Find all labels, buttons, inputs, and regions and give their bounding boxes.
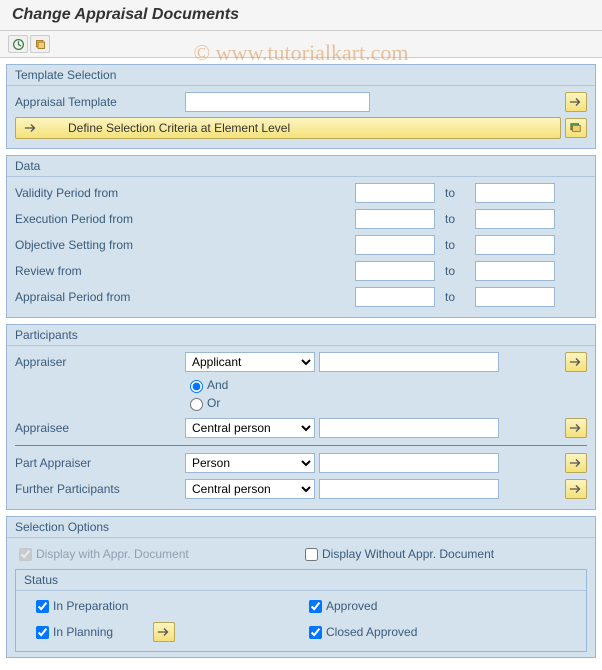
display-without-checkbox[interactable] (305, 548, 318, 561)
approved-label: Approved (326, 599, 377, 613)
appraiser-input[interactable] (319, 352, 499, 372)
execution-from-input[interactable] (355, 209, 435, 229)
display-without-label: Display Without Appr. Document (322, 547, 494, 561)
content-area: Template Selection Appraisal Template De… (0, 58, 602, 670)
template-selection-panel: Template Selection Appraisal Template De… (6, 64, 596, 149)
appraisal-template-more-button[interactable] (565, 92, 587, 112)
folder-icon (34, 38, 47, 51)
in-planning-checkbox[interactable] (36, 626, 49, 639)
to-label: to (445, 238, 465, 252)
define-criteria-side-button[interactable] (565, 118, 587, 138)
appraisee-more-button[interactable] (565, 418, 587, 438)
to-label: to (445, 290, 465, 304)
status-box: Status In Preparation In Planning (15, 569, 587, 652)
clock-icon (12, 38, 25, 51)
arrow-right-icon (569, 457, 583, 469)
appraisee-input[interactable] (319, 418, 499, 438)
approved-checkbox[interactable] (309, 600, 322, 613)
and-radio-row[interactable]: And (185, 377, 228, 393)
closed-approved-check[interactable]: Closed Approved (305, 621, 578, 643)
appraisee-select[interactable]: Central person (185, 418, 315, 438)
further-more-button[interactable] (565, 479, 587, 499)
in-preparation-checkbox[interactable] (36, 600, 49, 613)
define-criteria-button[interactable]: Define Selection Criteria at Element Lev… (15, 117, 561, 139)
appraiser-more-button[interactable] (565, 352, 587, 372)
arrow-right-icon (569, 422, 583, 434)
validity-to-input[interactable] (475, 183, 555, 203)
display-with-check: Display with Appr. Document (15, 545, 301, 564)
validity-from-label: Validity Period from (15, 186, 185, 200)
part-appraiser-input[interactable] (319, 453, 499, 473)
and-label: And (207, 378, 228, 392)
review-from-input[interactable] (355, 261, 435, 281)
participants-panel: Participants Appraiser Applicant And (6, 324, 596, 510)
objective-from-input[interactable] (355, 235, 435, 255)
participants-heading: Participants (7, 325, 595, 346)
display-with-label: Display with Appr. Document (36, 547, 189, 561)
further-input[interactable] (319, 479, 499, 499)
closed-approved-checkbox[interactable] (309, 626, 322, 639)
variant-button[interactable] (30, 35, 50, 53)
toolbar (0, 31, 602, 58)
objective-to-input[interactable] (475, 235, 555, 255)
selection-options-panel: Selection Options Display with Appr. Doc… (6, 516, 596, 658)
define-criteria-label: Define Selection Criteria at Element Lev… (68, 121, 290, 135)
review-from-label: Review from (15, 264, 185, 278)
closed-approved-label: Closed Approved (326, 625, 417, 639)
execute-button[interactable] (8, 35, 28, 53)
validity-from-input[interactable] (355, 183, 435, 203)
in-preparation-check[interactable]: In Preparation (32, 595, 305, 617)
execution-from-label: Execution Period from (15, 212, 185, 226)
execution-to-input[interactable] (475, 209, 555, 229)
to-label: to (445, 186, 465, 200)
part-appraiser-more-button[interactable] (565, 453, 587, 473)
in-planning-label: In Planning (53, 625, 113, 639)
review-to-input[interactable] (475, 261, 555, 281)
stack-icon (569, 122, 583, 134)
status-heading: Status (16, 570, 586, 591)
data-panel: Data Validity Period from to Execution P… (6, 155, 596, 318)
arrow-right-icon (569, 356, 583, 368)
arrow-right-icon (569, 483, 583, 495)
to-label: to (445, 212, 465, 226)
arrow-right-icon (157, 626, 171, 638)
further-label: Further Participants (15, 482, 185, 496)
appraisee-label: Appraisee (15, 421, 185, 435)
arrow-right-icon (569, 96, 583, 108)
or-label: Or (207, 396, 220, 410)
data-heading: Data (7, 156, 595, 177)
in-planning-check[interactable]: In Planning (32, 621, 305, 643)
approved-check[interactable]: Approved (305, 595, 578, 617)
and-radio[interactable] (190, 380, 203, 393)
appraisal-template-input[interactable] (185, 92, 370, 112)
appraisal-template-label: Appraisal Template (15, 95, 185, 109)
or-radio-row[interactable]: Or (185, 395, 228, 411)
page-title: Change Appraisal Documents (0, 0, 602, 31)
objective-from-label: Objective Setting from (15, 238, 185, 252)
appraisal-to-input[interactable] (475, 287, 555, 307)
to-label: to (445, 264, 465, 278)
in-planning-more-button[interactable] (153, 622, 175, 642)
part-appraiser-label: Part Appraiser (15, 456, 185, 470)
selection-options-heading: Selection Options (7, 517, 595, 538)
part-appraiser-select[interactable]: Person (185, 453, 315, 473)
in-preparation-label: In Preparation (53, 599, 128, 613)
arrow-right-icon (24, 122, 38, 134)
appraisal-from-label: Appraisal Period from (15, 290, 185, 304)
appraiser-select[interactable]: Applicant (185, 352, 315, 372)
divider (15, 445, 587, 446)
template-selection-heading: Template Selection (7, 65, 595, 86)
display-without-check[interactable]: Display Without Appr. Document (301, 545, 587, 564)
appraiser-label: Appraiser (15, 355, 185, 369)
further-select[interactable]: Central person (185, 479, 315, 499)
display-with-checkbox (19, 548, 32, 561)
appraisal-from-input[interactable] (355, 287, 435, 307)
or-radio[interactable] (190, 398, 203, 411)
